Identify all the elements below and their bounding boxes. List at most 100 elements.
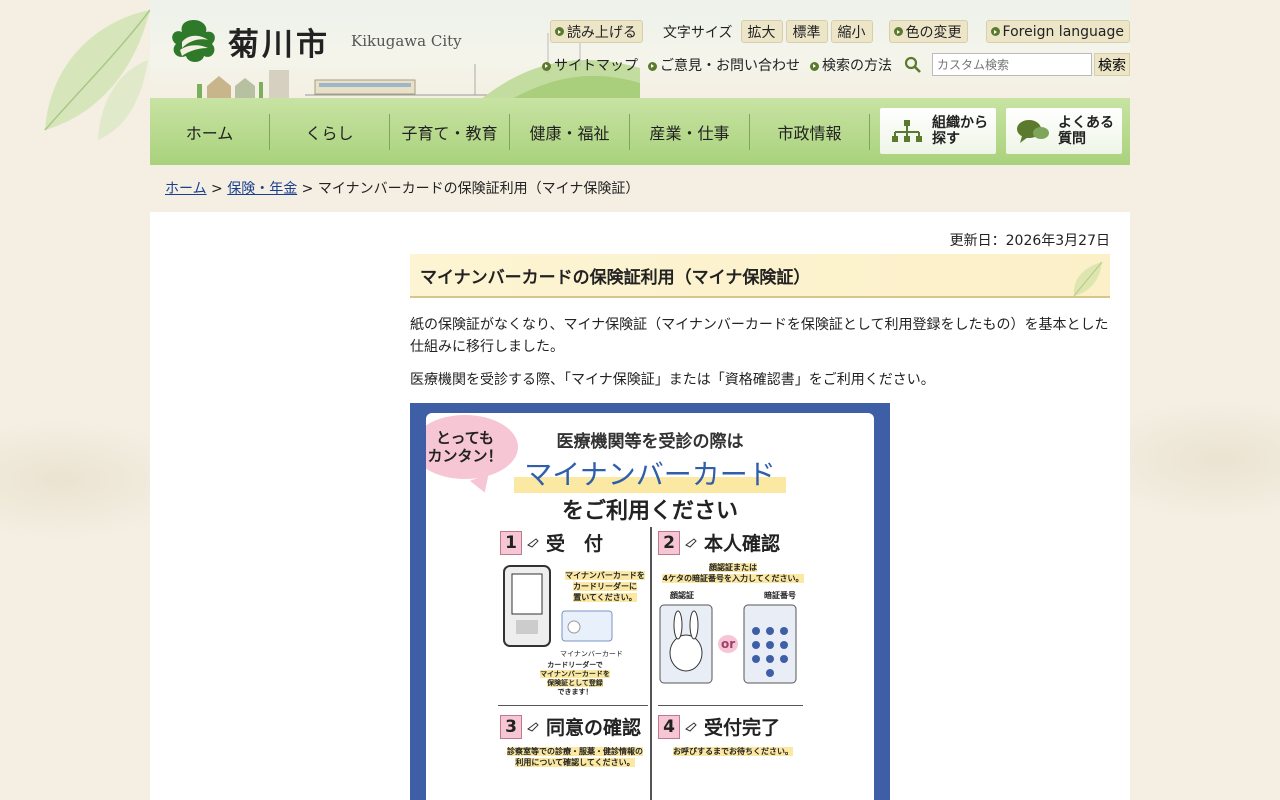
leaf-decoration-icon <box>44 9 151 140</box>
main-content: 更新日：2026年3月27日 マイナンバーカードの保険証利用（マイナ保険証） 紙… <box>150 212 1130 800</box>
step-number: 3 <box>500 714 522 739</box>
sitemap-link[interactable]: サイトマップ <box>542 55 638 75</box>
poster-divider <box>650 527 652 800</box>
pointing-hand-icon <box>527 721 539 732</box>
step-title: 受付完了 <box>704 717 781 739</box>
read-aloud-label: 読み上げる <box>566 24 637 41</box>
logo-english: Kikugawa City <box>351 32 462 50</box>
note-line: カードリーダーで <box>547 661 603 669</box>
note-line: 診察室等での診療・服薬・健診情報の <box>507 747 643 756</box>
card-label: マイナンバーカード <box>560 650 623 658</box>
logo-text: 菊川市 <box>228 26 330 63</box>
faq-button[interactable]: よくある 質問 <box>1006 108 1122 154</box>
step1-sub-note: カードリーダーで マイナンバーカードを 保険証として登録 できます！ <box>500 661 650 697</box>
note-line: マイナンバーカードを <box>565 571 645 580</box>
nav-item-childcare-education[interactable]: 子育て・教育 <box>390 113 510 150</box>
usage-paragraph: 医療機関を受診する際、「マイナ保険証」または「資格確認書」をご利用ください。 <box>410 372 935 388</box>
font-standard-button[interactable]: 標準 <box>785 20 828 43</box>
note-line: 顔認証または <box>709 563 757 572</box>
search-method-label: 検索の方法 <box>822 57 892 74</box>
search-input[interactable] <box>932 53 1092 76</box>
myna-card-icon <box>561 610 613 642</box>
arrow-bullet-icon <box>810 61 819 71</box>
poster-step-3: 3 同意の確認 診察室等での診療・服薬・健診情報の 利用について確認してください… <box>500 713 650 768</box>
org-search-label: 組織から 探す <box>932 115 988 147</box>
pointing-hand-icon <box>527 537 539 548</box>
search-method-link[interactable]: 検索の方法 <box>810 55 892 75</box>
nav-item-industry-work[interactable]: 産業・仕事 <box>630 113 750 150</box>
arrow-bullet-icon <box>554 27 564 36</box>
nav-item-city-info[interactable]: 市政情報 <box>750 113 870 150</box>
org-search-line1: 組織から <box>932 115 988 131</box>
step-note: 顔認証または 4ケタの暗証番号を入力してください。 <box>658 562 808 584</box>
nav-item-living[interactable]: くらし <box>270 113 390 150</box>
poster-heading3: をご利用ください <box>561 499 738 524</box>
page-title-text: マイナンバーカードの保険証利用（マイナ保険証） <box>420 267 811 288</box>
step-header: 2 本人確認 <box>658 529 808 556</box>
breadcrumb-home-link[interactable]: ホーム <box>165 181 207 197</box>
poster-inner: とっても カンタン！ 医療機関等を受診の際は マイナンバーカード をご利用くださ… <box>426 413 874 800</box>
step-title: 同意の確認 <box>546 717 642 739</box>
step-number: 1 <box>500 530 522 555</box>
note-line: マイナンバーカードを <box>540 670 610 678</box>
step-title: 本人確認 <box>704 533 781 555</box>
org-search-button[interactable]: 組織から 探す <box>880 108 996 154</box>
breadcrumb-separator: > <box>297 181 318 197</box>
font-large-button[interactable]: 拡大 <box>740 20 783 43</box>
top-tools: 読み上げる 文字サイズ 拡大 標準 縮小 色の変更 Foreign langua… <box>549 20 1130 43</box>
town-scenery-icon <box>197 64 495 98</box>
poster-heading2: マイナンバーカード <box>514 453 786 493</box>
note-line: できます！ <box>557 688 593 696</box>
faq-line1: よくある <box>1058 115 1114 131</box>
kikugawa-logo-icon <box>172 20 215 62</box>
pointing-hand-icon <box>685 721 697 732</box>
org-search-line2: 探す <box>932 131 960 147</box>
sitemap-label: サイトマップ <box>554 57 638 74</box>
myna-card-poster: とっても カンタン！ 医療機関等を受診の際は マイナンバーカード をご利用くださ… <box>410 403 890 800</box>
poster-divider <box>498 705 648 706</box>
poster-divider <box>658 705 803 706</box>
speech-bubbles-icon <box>1017 120 1049 143</box>
font-size-label: 文字サイズ <box>662 24 733 41</box>
breadcrumb-separator: > <box>206 181 228 197</box>
poster-step-1: 1 受 付 マイナンバーカードを カードリーダーに 置いてください。 マイナンバ… <box>500 529 650 697</box>
arrow-bullet-icon <box>990 27 1000 36</box>
nav-item-health-welfare[interactable]: 健康・福祉 <box>510 113 630 150</box>
color-change-button[interactable]: 色の変更 <box>888 20 968 43</box>
note-line: カードリーダーに <box>573 582 637 591</box>
read-aloud-button[interactable]: 読み上げる <box>549 20 643 43</box>
note-line: 保険証として登録 <box>547 679 603 687</box>
foreign-language-button[interactable]: Foreign language <box>985 20 1130 43</box>
leaf-icon <box>1073 261 1103 297</box>
font-size-group: 拡大 標準 縮小 <box>740 20 873 43</box>
step-header: 3 同意の確認 <box>500 713 650 740</box>
note-line: お呼びするまでお待ちください。 <box>673 747 793 756</box>
contact-link[interactable]: ご意見・お問い合わせ <box>648 55 800 75</box>
intro-paragraph: 紙の保険証がなくなり、マイナ保険証（マイナンバーカードを保険証として利用登録をし… <box>410 317 1109 355</box>
site-logo[interactable]: 菊川市 <box>168 16 330 66</box>
step-note: お呼びするまでお待ちください。 <box>658 746 808 757</box>
search-icon <box>904 56 921 73</box>
sub-tools: サイトマップ ご意見・お問い合わせ 検索の方法 検索 <box>542 53 1130 76</box>
note-line: 4ケタの暗証番号を入力してください。 <box>662 574 804 583</box>
nav-item-home[interactable]: ホーム <box>150 113 270 150</box>
poster-step-2: 2 本人確認 顔認証または 4ケタの暗証番号を入力してください。 顔認証 暗証番… <box>658 529 808 685</box>
font-small-button[interactable]: 縮小 <box>830 20 873 43</box>
face-auth-label: 顔認証 <box>670 591 694 600</box>
face-auth-screen-icon <box>659 604 713 684</box>
poster-heading1: 医療機関等を受診の際は <box>556 432 744 452</box>
contact-label: ご意見・お問い合わせ <box>660 57 800 74</box>
step-title: 受 付 <box>546 533 604 555</box>
note-line: 置いてください。 <box>573 593 637 602</box>
step-header: 1 受 付 <box>500 529 650 556</box>
or-label: or <box>718 635 739 653</box>
faq-line2: 質問 <box>1058 131 1086 147</box>
search-button[interactable]: 検索 <box>1094 53 1130 76</box>
arrow-bullet-icon <box>542 61 551 71</box>
arrow-bullet-icon <box>648 61 657 71</box>
org-chart-icon <box>892 120 922 142</box>
global-nav: ホーム くらし 子育て・教育 健康・福祉 産業・仕事 市政情報 組織から 探す <box>150 98 1130 165</box>
step-number: 2 <box>658 530 680 555</box>
breadcrumb-category-link[interactable]: 保険・年金 <box>227 181 297 197</box>
step-note: 診察室等での診療・服薬・健診情報の 利用について確認してください。 <box>500 746 650 768</box>
